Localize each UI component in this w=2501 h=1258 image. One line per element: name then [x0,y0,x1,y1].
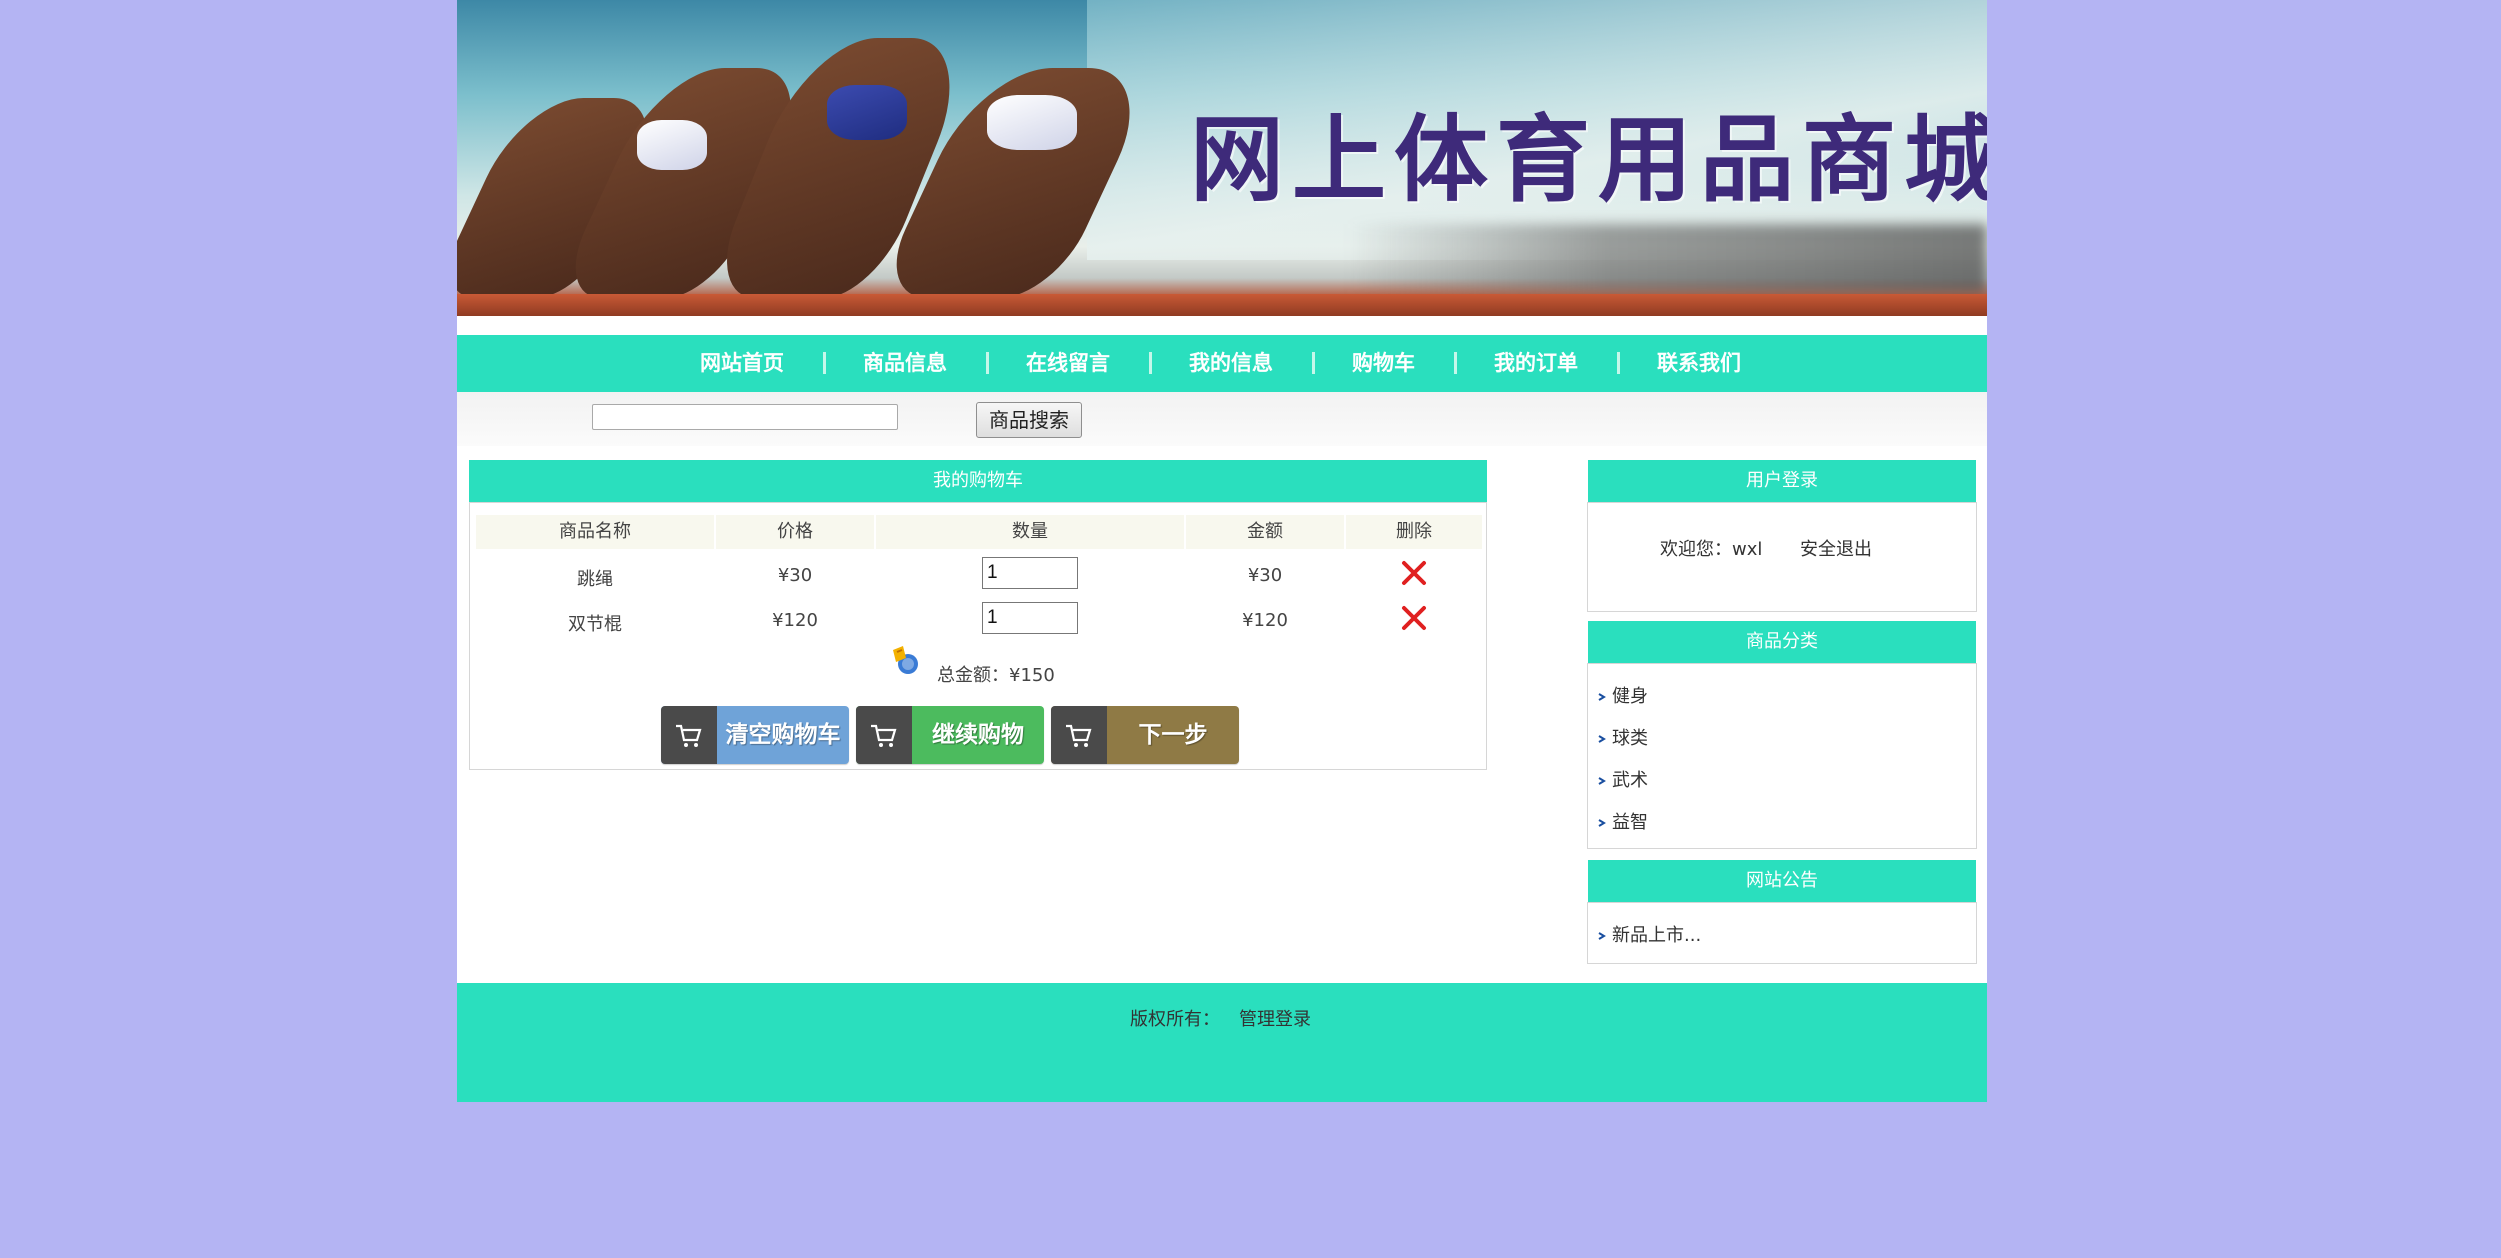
bullet-icon [1598,819,1606,827]
notice-label: 新品上市... [1612,925,1702,946]
banner-track [457,294,1987,316]
copyright-text: 版权所有： [1130,1009,1220,1030]
footer: 版权所有： 管理登录 [457,983,1987,1102]
notice-panel: 新品上市... [1587,902,1977,964]
bullet-icon [1598,693,1606,701]
nav-item-orders[interactable]: 我的订单 [1494,335,1578,392]
cart-icon [676,724,702,747]
category-label: 球类 [1612,728,1648,749]
cart-button-icon-area [1051,706,1107,764]
nav-item-contact[interactable]: 联系我们 [1657,335,1741,392]
cart-panel-title: 我的购物车 [469,460,1487,502]
clear-cart-button[interactable]: 清空购物车 [661,706,849,764]
category-item[interactable]: 健身 [1598,682,1648,708]
category-label: 健身 [1612,686,1648,707]
logout-link[interactable]: 安全退出 [1800,535,1872,561]
nav-item-my-info[interactable]: 我的信息 [1189,335,1273,392]
search-bar: 商品搜索 [457,392,1987,446]
cart-quantity-input[interactable] [982,602,1078,634]
banner-runner-shirt [827,85,907,140]
bullet-icon [1598,777,1606,785]
nav-item-home[interactable]: 网站首页 [700,335,784,392]
nav-item-products[interactable]: 商品信息 [863,335,947,392]
total-money-icon [893,646,918,674]
cart-item-price: ¥120 [772,610,818,631]
category-label: 益智 [1612,812,1648,833]
cart-item-price: ¥30 [777,565,813,586]
welcome-text: 欢迎您：wxl [1660,539,1763,560]
cart-item-name: 双节棍 [568,614,622,635]
nav-item-messages[interactable]: 在线留言 [1026,335,1110,392]
cart-button-icon-area [661,706,717,764]
category-label: 武术 [1612,770,1648,791]
category-panel: 健身 球类 武术 益智 [1587,663,1977,849]
nav-divider [823,352,826,374]
nav-divider [1149,352,1152,374]
nav-item-cart[interactable]: 购物车 [1352,335,1415,392]
continue-shopping-button[interactable]: 继续购物 [856,706,1044,764]
category-item[interactable]: 球类 [1598,724,1648,750]
cart-column-qty: 数量 [876,515,1184,549]
search-input[interactable] [592,404,898,430]
banner-runner-shirt [637,120,707,170]
cart-column-name: 商品名称 [476,515,714,549]
login-panel-title: 用户登录 [1588,460,1976,502]
nav-divider [986,352,989,374]
banner-crowd [1347,224,1987,294]
category-item[interactable]: 益智 [1598,808,1648,834]
cart-item-name: 跳绳 [577,569,613,590]
notice-item[interactable]: 新品上市... [1598,921,1701,947]
page-container: 网上体育用品商城 网站首页 商品信息 在线留言 我的信息 购物车 我的订单 联系… [457,0,1987,1102]
bullet-icon [1598,735,1606,743]
next-step-label: 下一步 [1138,722,1208,748]
nav-divider [1454,352,1457,374]
main-nav: 网站首页 商品信息 在线留言 我的信息 购物车 我的订单 联系我们 [457,335,1987,392]
cart-item-amount: ¥120 [1242,610,1288,631]
cart-icon [1066,724,1092,747]
bullet-icon [1598,932,1606,940]
nav-divider [1312,352,1315,374]
continue-shopping-label: 继续购物 [932,722,1024,748]
admin-login-link[interactable]: 管理登录 [1239,1005,1311,1031]
category-panel-title: 商品分类 [1588,621,1976,663]
cart-button-icon-area [856,706,912,764]
nav-divider [1617,352,1620,374]
cart-total: 总金额：¥150 [937,665,1055,686]
notice-panel-title: 网站公告 [1588,860,1976,902]
cart-panel: 商品名称 价格 数量 金额 删除 跳绳 ¥30 ¥30 双节棍 ¥120 ¥12… [469,502,1487,770]
delete-icon[interactable] [1400,559,1428,587]
cart-column-amount: 金额 [1186,515,1344,549]
next-step-button[interactable]: 下一步 [1051,706,1239,764]
cart-column-delete: 删除 [1346,515,1482,549]
search-button[interactable]: 商品搜索 [976,402,1082,438]
cart-column-price: 价格 [716,515,874,549]
clear-cart-label: 清空购物车 [725,722,841,748]
login-panel: 欢迎您：wxl 安全退出 [1587,502,1977,612]
cart-icon [871,724,897,747]
header-banner: 网上体育用品商城 [457,0,1987,316]
cart-quantity-input[interactable] [982,557,1078,589]
delete-icon[interactable] [1400,604,1428,632]
banner-runner-shirt [987,95,1077,150]
site-title: 网上体育用品商城 [1190,105,1987,215]
cart-item-amount: ¥30 [1247,565,1283,586]
category-item[interactable]: 武术 [1598,766,1648,792]
